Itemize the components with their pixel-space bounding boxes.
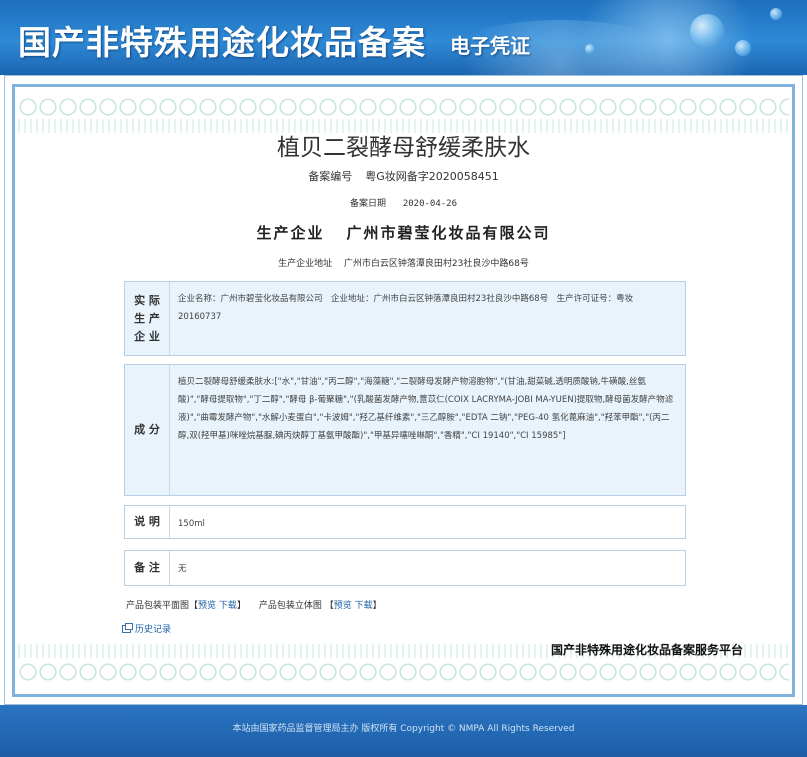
actual-producer-label: 实 际 生 产 企 业	[125, 282, 170, 355]
actual-producer-section: 实 际 生 产 企 业 企业名称：广州市碧莹化妆品有限公司 企业地址：广州市白云…	[124, 281, 686, 356]
producer-address: 生产企业地址 广州市白云区钟落潭良田村23社良沙中路68号	[0, 256, 807, 269]
composition-section: 成 分 植贝二裂酵母舒缓柔肤水:["水","甘油","丙二醇","海藻糖","二…	[124, 364, 686, 496]
producer: 生产企业 广州市碧莹化妆品有限公司	[0, 222, 807, 243]
filing-date: 备案日期 2020-04-26	[0, 196, 807, 209]
bubble-decoration	[735, 40, 751, 56]
bubble-decoration	[770, 8, 782, 20]
actual-producer-label-line: 生 产	[134, 311, 160, 325]
solid-image-label: 产品包装立体图	[258, 601, 322, 611]
producer-address-label: 生产企业地址	[278, 259, 333, 269]
page-subtitle: 电子凭证	[450, 34, 530, 58]
actual-producer-value: 企业名称：广州市碧莹化妆品有限公司 企业地址：广州市白云区钟落潭良田村23社良沙…	[178, 294, 634, 322]
composition-label: 成 分	[125, 365, 170, 495]
producer-name: 广州市碧莹化妆品有限公司	[346, 224, 551, 242]
remark-value: 无	[178, 564, 187, 574]
producer-address-value: 广州市白云区钟落潭良田村23社良沙中路68号	[343, 259, 529, 269]
package-image-links: 产品包装平面图【预览 下载】 产品包装立体图 【预览 下载】	[126, 601, 382, 611]
note-label: 说 明	[125, 506, 170, 538]
footer-copyright: 本站由国家药品监督管理局主办 版权所有 Copyright © NMPA All…	[232, 724, 575, 734]
page-title: 国产非特殊用途化妆品备案	[18, 23, 426, 62]
footer: 本站由国家药品监督管理局主办 版权所有 Copyright © NMPA All…	[0, 705, 807, 757]
actual-producer-label-line: 企 业	[134, 329, 160, 343]
solid-image-preview-link[interactable]: 预览	[334, 601, 352, 611]
filing-date-label: 备案日期	[349, 199, 386, 209]
flat-image-preview-link[interactable]: 预览	[198, 601, 216, 611]
bubble-decoration	[690, 14, 724, 48]
filing-date-value: 2020-04-26	[402, 199, 458, 209]
bubble-decoration	[585, 44, 595, 54]
wave-border	[18, 658, 789, 686]
note-section: 说 明 150ml	[124, 505, 686, 539]
producer-label: 生产企业	[256, 224, 325, 242]
note-value: 150ml	[178, 519, 205, 529]
wave-border	[18, 93, 789, 121]
remark-label: 备 注	[125, 551, 170, 585]
filing-number-label: 备案编号	[308, 170, 353, 183]
filing-number: 备案编号 粤G妆网备字2020058451	[0, 168, 807, 184]
remark-section: 备 注 无	[124, 550, 686, 586]
solid-image-download-link[interactable]: 下载	[355, 601, 373, 611]
platform-name: 国产非特殊用途化妆品备案服务平台	[551, 643, 744, 657]
history-link-label[interactable]: 历史记录	[135, 622, 171, 635]
product-name: 植贝二裂酵母舒缓柔肤水	[277, 135, 530, 161]
history-icon	[122, 622, 133, 633]
composition-value: 植贝二裂酵母舒缓柔肤水:["水","甘油","丙二醇","海藻糖","二裂酵母发…	[178, 377, 674, 441]
flat-image-download-link[interactable]: 下载	[219, 601, 237, 611]
header-banner: 国产非特殊用途化妆品备案 电子凭证	[0, 0, 807, 75]
history-link[interactable]: 历史记录	[122, 622, 171, 635]
flat-image-label: 产品包装平面图	[126, 601, 190, 611]
filing-number-value: 粤G妆网备字2020058451	[365, 170, 499, 183]
actual-producer-label-line: 实 际	[134, 293, 160, 307]
